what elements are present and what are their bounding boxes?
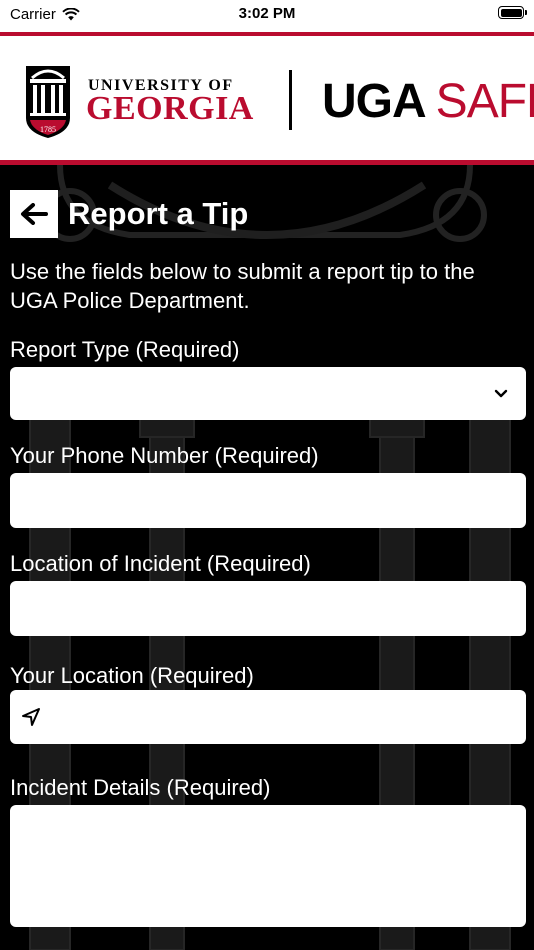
phone-input[interactable] bbox=[10, 473, 526, 528]
intro-text: Use the fields below to submit a report … bbox=[10, 259, 475, 313]
report-type-label: Report Type (Required) bbox=[10, 337, 240, 362]
page-title-row: Report a Tip bbox=[10, 190, 248, 238]
your-location-input[interactable] bbox=[10, 690, 526, 744]
incident-details-label: Incident Details (Required) bbox=[10, 775, 271, 800]
georgia-wordmark: GEORGIA bbox=[86, 90, 254, 127]
status-time: 3:02 PM bbox=[238, 5, 296, 22]
incident-location-input[interactable] bbox=[10, 581, 526, 636]
uga-safe-logo-safe: SAFE bbox=[435, 75, 534, 128]
arch-logo-year: 1785 bbox=[40, 125, 56, 134]
location-arrow-icon[interactable] bbox=[20, 706, 42, 728]
incident-location-label: Location of Incident (Required) bbox=[10, 551, 311, 576]
report-type-select[interactable] bbox=[10, 367, 526, 420]
phone-label: Your Phone Number (Required) bbox=[10, 443, 319, 468]
app-header: 1785 UNIVERSITY OF GEORGIA UGASAFE bbox=[0, 32, 534, 165]
incident-details-textarea[interactable] bbox=[10, 805, 526, 927]
status-bar: Carrier 3:02 PM bbox=[0, 0, 534, 32]
chevron-down-icon bbox=[494, 389, 508, 398]
your-location-label: Your Location (Required) bbox=[10, 663, 254, 688]
arrow-left-icon bbox=[21, 203, 48, 225]
battery-icon bbox=[498, 6, 527, 19]
header-divider bbox=[289, 70, 292, 130]
uga-safe-logo-uga: UGA bbox=[322, 75, 427, 128]
page-title: Report a Tip bbox=[68, 196, 249, 231]
back-button[interactable] bbox=[10, 190, 58, 238]
battery-level bbox=[500, 8, 522, 17]
uga-safe-logo: UGASAFE bbox=[322, 76, 534, 128]
screen: Carrier 3:02 PM 1785 UNIVERSITY OF GEORG… bbox=[0, 0, 534, 950]
